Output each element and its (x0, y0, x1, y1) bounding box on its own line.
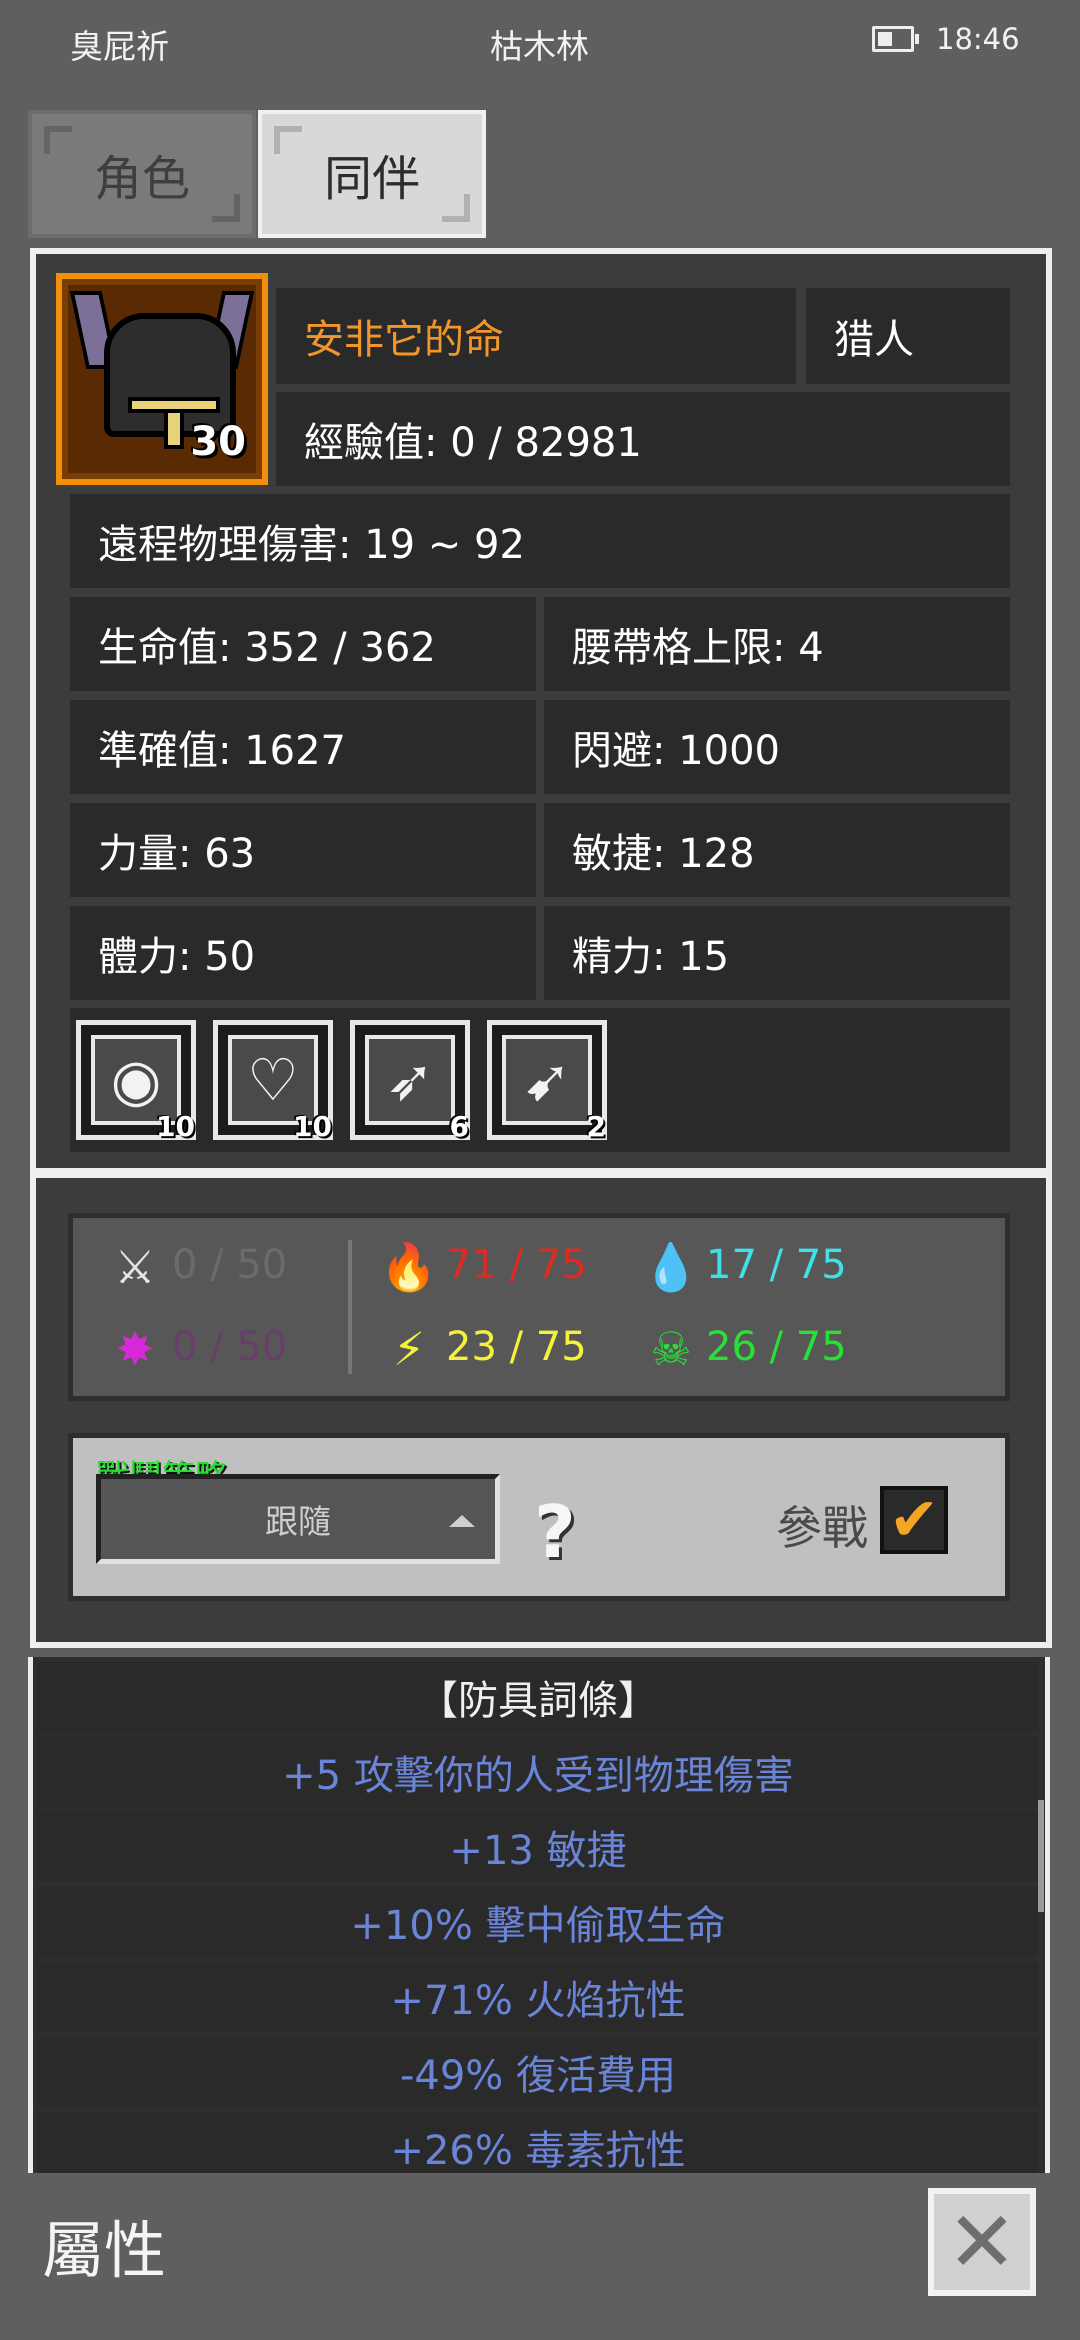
tab-character-label: 角色 (93, 151, 190, 207)
strategy-selected: 跟隨 (265, 1502, 331, 1541)
list-item: +10% 擊中偷取生命 (38, 1887, 1038, 1957)
checkmark-icon: ✔ (888, 1485, 940, 1555)
affix-scrollbar[interactable] (1038, 1800, 1044, 1912)
cold-resist-icon: 💧 (642, 1239, 700, 1294)
companion-class: 猎人 (806, 288, 1010, 384)
list-item: -49% 復活費用 (38, 2037, 1038, 2107)
resistance-divider (348, 1240, 352, 1374)
hp-value: 生命值: 352 / 362 (70, 597, 536, 691)
status-time: 18:46 (936, 22, 1020, 56)
dodge-value: 閃避: 1000 (544, 700, 1010, 794)
close-button[interactable]: ✕ (928, 2188, 1036, 2296)
skill-slot-1[interactable]: ◉ 10 (76, 1020, 196, 1143)
list-item: +13 敏捷 (38, 1812, 1038, 1882)
companion-level: 30 (190, 419, 246, 465)
lightning-resist-icon: ⚡ (392, 1322, 426, 1376)
status-location: 枯木林 (490, 27, 589, 66)
magic-resist-value: 0 / 50 (172, 1324, 288, 1370)
magic-resist-icon: ✸ (115, 1322, 155, 1376)
affix-list[interactable]: 【防具詞條】 +5 攻擊你的人受到物理傷害 +13 敏捷 +10% 擊中偷取生命… (28, 1657, 1050, 2173)
lightning-resist-value: 23 / 75 (446, 1324, 587, 1370)
status-left-text: 臭屁祈 (70, 27, 169, 66)
skill-count: 6 (449, 1110, 469, 1143)
experience-value: 經驗值: 0 / 82981 (276, 392, 1010, 486)
tab-companion-label: 同伴 (323, 151, 420, 207)
tab-companion[interactable]: 同伴 (258, 110, 486, 238)
strength-value: 力量: 63 (70, 803, 536, 897)
skill-count: 10 (156, 1110, 195, 1143)
companion-name: 安非它的命 (276, 288, 796, 384)
physical-resist-value: 0 / 50 (172, 1242, 288, 1288)
join-battle-checkbox[interactable]: ✔ (880, 1485, 948, 1555)
arrow-shot-icon: ➹ (502, 1035, 592, 1125)
tab-character[interactable]: 角色 (28, 110, 256, 238)
fire-resist-value: 71 / 75 (446, 1242, 587, 1288)
skill-count: 10 (293, 1110, 332, 1143)
list-item: +5 攻擊你的人受到物理傷害 (38, 1737, 1038, 1807)
physical-resist-icon: ⚔ (114, 1240, 156, 1294)
affix-list-header: 【防具詞條】 (38, 1662, 1038, 1732)
poison-resist-value: 26 / 75 (706, 1324, 847, 1370)
cold-resist-value: 17 / 75 (706, 1242, 847, 1288)
fire-resist-icon: 🔥 (380, 1239, 438, 1294)
join-battle-label: 參戰 (776, 1501, 868, 1555)
skill-slot-3[interactable]: ➶ 6 (350, 1020, 470, 1143)
strategy-dropdown[interactable]: 跟隨 (96, 1474, 500, 1564)
damage-value: 遠程物理傷害: 19 ~ 92 (70, 494, 1010, 588)
arrow-volley-icon: ➶ (365, 1035, 455, 1125)
list-item: +26% 毒素抗性 (38, 2112, 1038, 2173)
poison-resist-icon: ☠ (650, 1322, 692, 1376)
skill-count: 2 (586, 1110, 606, 1143)
skill-slot-4[interactable]: ➹ 2 (487, 1020, 607, 1143)
belt-limit-value: 腰帶格上限: 4 (544, 597, 1010, 691)
caret-up-icon (449, 1515, 475, 1527)
help-icon[interactable]: ? (534, 1490, 576, 1574)
stamina-value: 體力: 50 (70, 906, 536, 1000)
battery-icon (872, 26, 919, 52)
close-icon: ✕ (946, 2193, 1018, 2291)
skill-slot-2[interactable]: ♡ 10 (213, 1020, 333, 1143)
list-item: +71% 火焰抗性 (38, 1962, 1038, 2032)
agility-value: 敏捷: 128 (544, 803, 1010, 897)
accuracy-value: 準確值: 1627 (70, 700, 536, 794)
spirit-value: 精力: 15 (544, 906, 1010, 1000)
footer-title: 屬性 (42, 2214, 167, 2287)
companion-portrait[interactable]: 30 (56, 273, 268, 485)
